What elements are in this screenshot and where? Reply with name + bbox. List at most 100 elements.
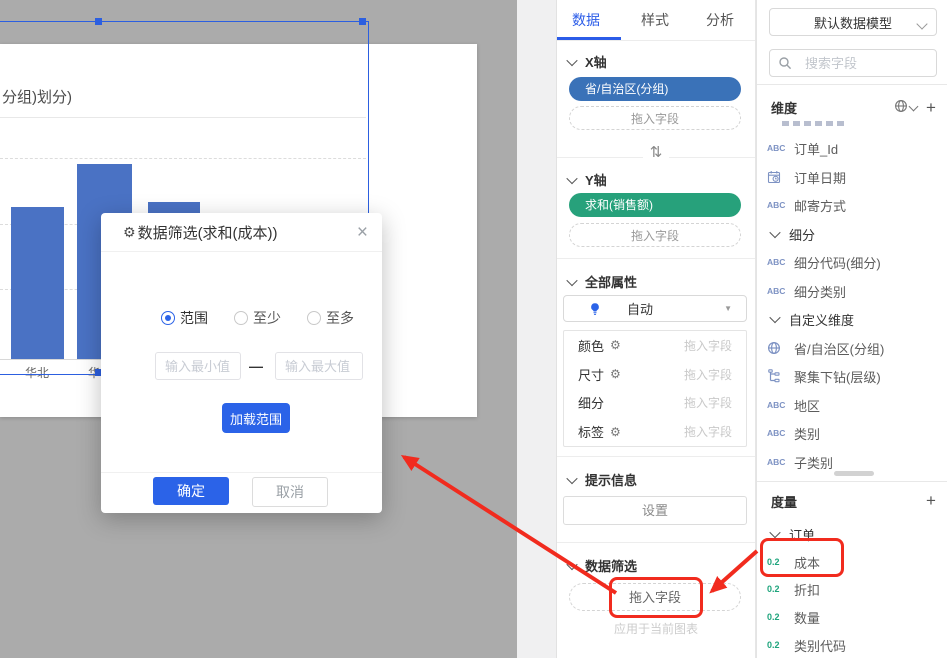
radio-at-most[interactable]: 至多 [307,308,354,328]
field-group-header[interactable]: 细分 [757,224,947,244]
section-title: 数据筛选 [585,556,637,575]
clipped-list-item[interactable] [782,121,848,126]
radio-label: 至多 [326,308,354,328]
tooltip-settings-button[interactable]: 设置 [563,496,747,525]
x-axis-section-header[interactable]: X轴 [568,52,607,71]
color-scheme-select[interactable]: 自动 ▼ [563,295,747,322]
y-axis-field-pill[interactable]: 求和(销售额) [569,193,741,217]
add-dimension-button[interactable]: + [926,99,936,116]
cancel-button[interactable]: 取消 [252,477,328,507]
attribute-drop-zone[interactable]: 拖入字段 [684,423,732,440]
field-item[interactable]: 聚集下钻(层级) [757,366,947,386]
radio-range[interactable]: 范围 [161,308,208,328]
divider [557,456,755,457]
chevron-down-icon [566,54,577,65]
list-scrollbar[interactable] [834,471,874,476]
gear-icon[interactable]: ⚙ [610,367,621,381]
caret-down-icon: ▼ [724,304,732,313]
swap-axes-icon[interactable]: ⇅ [643,141,669,165]
add-measure-button[interactable]: + [926,492,936,509]
tab-style[interactable]: 样式 [641,0,669,40]
tab-analysis[interactable]: 分析 [706,0,734,40]
attribute-drop-zone[interactable]: 拖入字段 [684,366,732,383]
field-item[interactable]: 省/自治区(分组) [757,338,947,358]
radio-dot-icon [307,311,321,325]
data-filter-section-header[interactable]: 数据筛选 [568,556,637,575]
divider [557,542,755,543]
attribute-row[interactable]: 细分拖入字段 [564,389,746,418]
tooltip-section-header[interactable]: 提示信息 [568,470,637,489]
search-icon [778,56,792,70]
field-item[interactable]: 0.2数量 [757,607,947,627]
section-title: 提示信息 [585,470,637,489]
field-group-header[interactable]: 自定义维度 [757,309,947,329]
all-attributes-section-header[interactable]: 全部属性 [568,272,637,291]
field-item[interactable]: 0.2类别代码 [757,635,947,655]
field-item[interactable]: ABC地区 [757,395,947,415]
field-label: 订单日期 [794,168,846,187]
attribute-drop-zone[interactable]: 拖入字段 [684,337,732,354]
gear-icon: ⚙ [123,224,136,241]
numeric-field-icon: 0.2 [767,557,786,567]
selection-handle-top-right[interactable] [359,18,366,25]
y-axis-section-header[interactable]: Y轴 [568,170,607,189]
divider [557,258,755,259]
x-axis-drop-zone[interactable]: 拖入字段 [569,106,741,130]
confirm-button[interactable]: 确定 [153,477,229,505]
geo-globe-icon[interactable] [894,99,908,113]
x-axis-field-pill[interactable]: 省/自治区(分组) [569,77,741,101]
data-model-select[interactable]: 默认数据模型 [769,8,937,36]
field-label: 成本 [794,553,820,572]
max-value-input[interactable] [275,352,363,380]
attribute-row[interactable]: 标签⚙拖入字段 [564,417,746,446]
chevron-down-icon [769,527,780,538]
load-range-button[interactable]: 加载范围 [222,403,290,433]
gear-icon[interactable]: ⚙ [610,425,621,439]
field-item[interactable]: ABC订单_Id [757,138,947,158]
min-value-input[interactable] [155,352,241,380]
radio-at-least[interactable]: 至少 [234,308,281,328]
radio-dot-icon [161,311,175,325]
field-group-header[interactable]: 订单 [757,524,947,544]
radio-label: 至少 [253,308,281,328]
filter-scope-note: 应用于当前图表 [557,620,755,637]
text-field-icon: ABC [767,257,786,267]
chart-config-panel: 数据 样式 分析 X轴 省/自治区(分组) 拖入字段 ⇅ Y轴 求和(销售额) … [556,0,756,658]
globe-icon [767,341,781,355]
field-item[interactable]: 0.2 成本 [757,552,947,572]
auto-label: 自动 [627,299,653,318]
field-label: 聚集下钻(层级) [794,367,881,386]
attribute-row[interactable]: 尺寸 ⚙ 拖入字段 [564,360,746,389]
text-field-icon: ABC [767,428,786,438]
data-model-value: 默认数据模型 [814,13,892,32]
attribute-label: 尺寸 [578,365,604,384]
chevron-down-icon [769,312,780,323]
canvas-gutter [517,0,556,658]
y-axis-drop-zone[interactable]: 拖入字段 [569,223,741,247]
field-item[interactable]: ABC邮寄方式 [757,195,947,215]
text-field-icon: ABC [767,143,786,153]
text-field-icon: ABC [767,286,786,296]
field-item[interactable]: ABC子类别 [757,452,947,472]
search-input[interactable] [803,55,928,72]
gear-icon[interactable]: ⚙ [610,338,621,352]
field-item[interactable]: ABC 细分代码(细分) [757,252,947,272]
section-title: X轴 [585,52,607,71]
text-field-icon: ABC [767,400,786,410]
tab-data[interactable]: 数据 [572,0,600,40]
attribute-drop-zone[interactable]: 拖入字段 [684,394,732,411]
field-item[interactable]: ABC类别 [757,423,947,443]
field-label: 细分类别 [794,282,846,301]
text-field-icon: ABC [767,200,786,210]
data-filter-drop-zone[interactable]: 拖入字段 [569,583,741,611]
field-item[interactable]: ABC 细分类别 [757,281,947,301]
numeric-field-icon: 0.2 [767,612,786,622]
close-icon[interactable]: × [357,223,368,242]
field-item[interactable]: 0.2折扣 [757,579,947,599]
attribute-row[interactable]: 颜色⚙拖入字段 [564,331,746,360]
chevron-down-icon [566,558,577,569]
caret-down-icon[interactable] [909,102,919,112]
selection-handle-top[interactable] [95,18,102,25]
field-item[interactable]: 订单日期 [757,167,947,187]
field-label: 细分代码(细分) [794,253,881,272]
